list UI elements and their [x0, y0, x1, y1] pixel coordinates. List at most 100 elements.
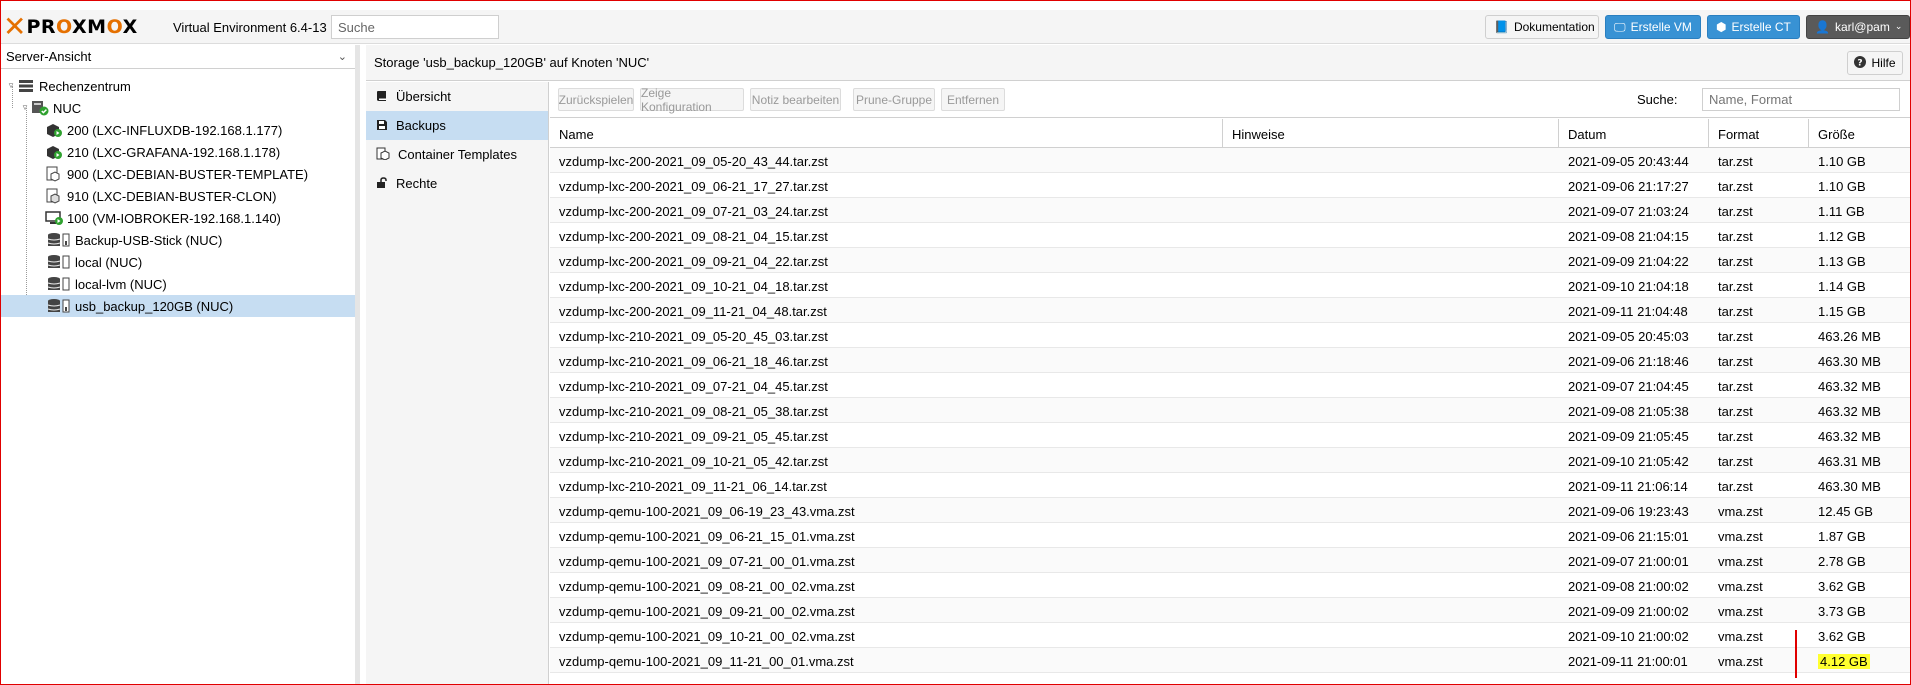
cell-notes: [1223, 298, 1559, 323]
cell-format: tar.zst: [1718, 179, 1753, 194]
cell-size: 4.12 GB: [1809, 648, 1909, 673]
cell-size: 2.78 GB: [1818, 554, 1866, 569]
edit-note-button[interactable]: Notiz bearbeiten: [750, 88, 841, 111]
cell-date: 2021-09-11 21:06:14: [1568, 479, 1688, 494]
nav-item-permissions[interactable]: Rechte: [366, 169, 548, 198]
restore-button[interactable]: Zurückspielen: [558, 88, 634, 111]
cell-name: vzdump-lxc-210-2021_09_05-20_45_03.tar.z…: [559, 329, 828, 344]
table-row[interactable]: vzdump-lxc-210-2021_09_07-21_04_45.tar.z…: [550, 373, 1910, 398]
cell-notes: [1223, 623, 1559, 648]
table-row[interactable]: vzdump-lxc-200-2021_09_08-21_04_15.tar.z…: [550, 223, 1910, 248]
create-ct-button[interactable]: ⬢ Erstelle CT: [1707, 15, 1800, 39]
node-icon: [31, 100, 49, 116]
table-row[interactable]: vzdump-lxc-210-2021_09_06-21_18_46.tar.z…: [550, 348, 1910, 373]
prune-group-button[interactable]: Prune-Gruppe: [853, 88, 935, 111]
column-header-date[interactable]: Datum: [1559, 119, 1709, 148]
nav-item-overview[interactable]: Übersicht: [366, 82, 548, 111]
desktop-icon: 🖵: [1614, 20, 1626, 34]
tree-item-node-nuc[interactable]: ▿ NUC: [1, 97, 355, 119]
cell-name: vzdump-lxc-200-2021_09_06-21_17_27.tar.z…: [559, 179, 828, 194]
cell-format: tar.zst: [1718, 229, 1753, 244]
cell-date: 2021-09-06 21:18:46: [1568, 354, 1689, 369]
tree-item-storage-usb-backup[interactable]: usb_backup_120GB (NUC): [1, 295, 355, 317]
cell-format: tar.zst: [1718, 204, 1753, 219]
table-row[interactable]: vzdump-lxc-200-2021_09_09-21_04_22.tar.z…: [550, 248, 1910, 273]
table-row[interactable]: vzdump-qemu-100-2021_09_11-21_00_01.vma.…: [550, 648, 1910, 673]
documentation-button[interactable]: 📘 Dokumentation: [1485, 15, 1599, 39]
user-menu-button[interactable]: 👤 karl@pam ⌄: [1806, 15, 1910, 39]
table-row[interactable]: vzdump-qemu-100-2021_09_10-21_00_02.vma.…: [550, 623, 1910, 648]
cell-notes: [1223, 398, 1559, 423]
cell-size: 1.15 GB: [1818, 304, 1866, 319]
column-header-name[interactable]: Name: [550, 119, 1223, 148]
global-search-input[interactable]: [331, 15, 499, 39]
cell-format: vma.zst: [1718, 579, 1763, 594]
tree-item-ct-200[interactable]: 200 (LXC-INFLUXDB-192.168.1.177): [1, 119, 355, 141]
cell-format: vma.zst: [1718, 529, 1763, 544]
cell-date: 2021-09-05 20:45:03: [1568, 329, 1689, 344]
table-row[interactable]: vzdump-lxc-210-2021_09_05-20_45_03.tar.z…: [550, 323, 1910, 348]
table-row[interactable]: vzdump-lxc-200-2021_09_11-21_04_48.tar.z…: [550, 298, 1910, 323]
storage-icon: [47, 232, 71, 248]
storage-icon: [47, 254, 71, 270]
collapse-icon: ▿: [8, 81, 14, 91]
show-config-button[interactable]: Zeige Konfiguration: [640, 86, 744, 114]
tree-item-ct-910[interactable]: 910 (LXC-DEBIAN-BUSTER-CLON): [1, 185, 355, 207]
cell-format: vma.zst: [1718, 504, 1763, 519]
backup-search-input[interactable]: [1702, 88, 1900, 111]
cell-format: tar.zst: [1718, 304, 1753, 319]
container-stopped-icon: [45, 188, 63, 204]
tree-item-ct-900[interactable]: 900 (LXC-DEBIAN-BUSTER-TEMPLATE): [1, 163, 355, 185]
cell-name: vzdump-lxc-200-2021_09_11-21_04_48.tar.z…: [559, 304, 827, 319]
column-header-notes[interactable]: Hinweise: [1223, 119, 1559, 148]
cell-notes: [1223, 548, 1559, 573]
create-vm-button[interactable]: 🖵 Erstelle VM: [1605, 15, 1701, 39]
cell-size: 3.73 GB: [1818, 604, 1866, 619]
cell-date: 2021-09-10 21:05:42: [1568, 454, 1689, 469]
table-row[interactable]: vzdump-qemu-100-2021_09_06-21_15_01.vma.…: [550, 523, 1910, 548]
table-row[interactable]: vzdump-lxc-200-2021_09_05-20_43_44.tar.z…: [550, 148, 1910, 173]
search-label: Suche:: [1637, 92, 1678, 107]
floppy-icon: [376, 119, 388, 133]
column-header-size[interactable]: Größe: [1809, 119, 1909, 148]
column-header-format[interactable]: Format: [1709, 119, 1809, 148]
cell-date: 2021-09-06 21:17:27: [1568, 179, 1689, 194]
table-row[interactable]: vzdump-qemu-100-2021_09_07-21_00_01.vma.…: [550, 548, 1910, 573]
cell-name: vzdump-lxc-210-2021_09_11-21_06_14.tar.z…: [559, 479, 827, 494]
cell-notes: [1223, 498, 1559, 523]
page-title: Storage 'usb_backup_120GB' auf Knoten 'N…: [374, 55, 650, 70]
help-button[interactable]: ? Hilfe: [1847, 51, 1903, 75]
tree-item-vm-100[interactable]: 100 (VM-IOBROKER-192.168.1.140): [1, 207, 355, 229]
cell-date: 2021-09-07 21:00:01: [1568, 554, 1689, 569]
cell-notes: [1223, 223, 1559, 248]
cell-name: vzdump-lxc-200-2021_09_05-20_43_44.tar.z…: [559, 154, 828, 169]
table-row[interactable]: vzdump-lxc-200-2021_09_10-21_04_18.tar.z…: [550, 273, 1910, 298]
table-row[interactable]: vzdump-lxc-200-2021_09_06-21_17_27.tar.z…: [550, 173, 1910, 198]
cell-format: vma.zst: [1718, 554, 1763, 569]
nav-item-backups[interactable]: Backups: [366, 111, 548, 140]
table-row[interactable]: vzdump-lxc-200-2021_09_07-21_03_24.tar.z…: [550, 198, 1910, 223]
tree-item-ct-210[interactable]: 210 (LXC-GRAFANA-192.168.1.178): [1, 141, 355, 163]
table-row[interactable]: vzdump-lxc-210-2021_09_09-21_05_45.tar.z…: [550, 423, 1910, 448]
tree-item-datacenter[interactable]: ▿ Rechenzentrum: [1, 75, 355, 97]
table-row[interactable]: vzdump-lxc-210-2021_09_08-21_05_38.tar.z…: [550, 398, 1910, 423]
unlock-icon: [376, 176, 388, 191]
cell-format: tar.zst: [1718, 329, 1753, 344]
table-row[interactable]: vzdump-qemu-100-2021_09_08-21_00_02.vma.…: [550, 573, 1910, 598]
cell-size: 463.30 MB: [1818, 354, 1881, 369]
view-selector[interactable]: Server-Ansicht ⌄: [1, 45, 355, 69]
nav-item-container-templates[interactable]: Container Templates: [366, 140, 548, 169]
table-row[interactable]: vzdump-qemu-100-2021_09_06-19_23_43.vma.…: [550, 498, 1910, 523]
cell-size: 463.32 MB: [1818, 379, 1881, 394]
table-row[interactable]: vzdump-lxc-210-2021_09_11-21_06_14.tar.z…: [550, 473, 1910, 498]
table-row[interactable]: vzdump-lxc-210-2021_09_10-21_05_42.tar.z…: [550, 448, 1910, 473]
tree-item-storage-backup-usb-stick[interactable]: Backup-USB-Stick (NUC): [1, 229, 355, 251]
tree-item-storage-local[interactable]: local (NUC): [1, 251, 355, 273]
cell-format: tar.zst: [1718, 254, 1753, 269]
cell-notes: [1223, 473, 1559, 498]
remove-button[interactable]: Entfernen: [941, 88, 1005, 111]
tree-item-storage-local-lvm[interactable]: local-lvm (NUC): [1, 273, 355, 295]
cell-notes: [1223, 198, 1559, 223]
cell-notes: [1223, 248, 1559, 273]
table-row[interactable]: vzdump-qemu-100-2021_09_09-21_00_02.vma.…: [550, 598, 1910, 623]
